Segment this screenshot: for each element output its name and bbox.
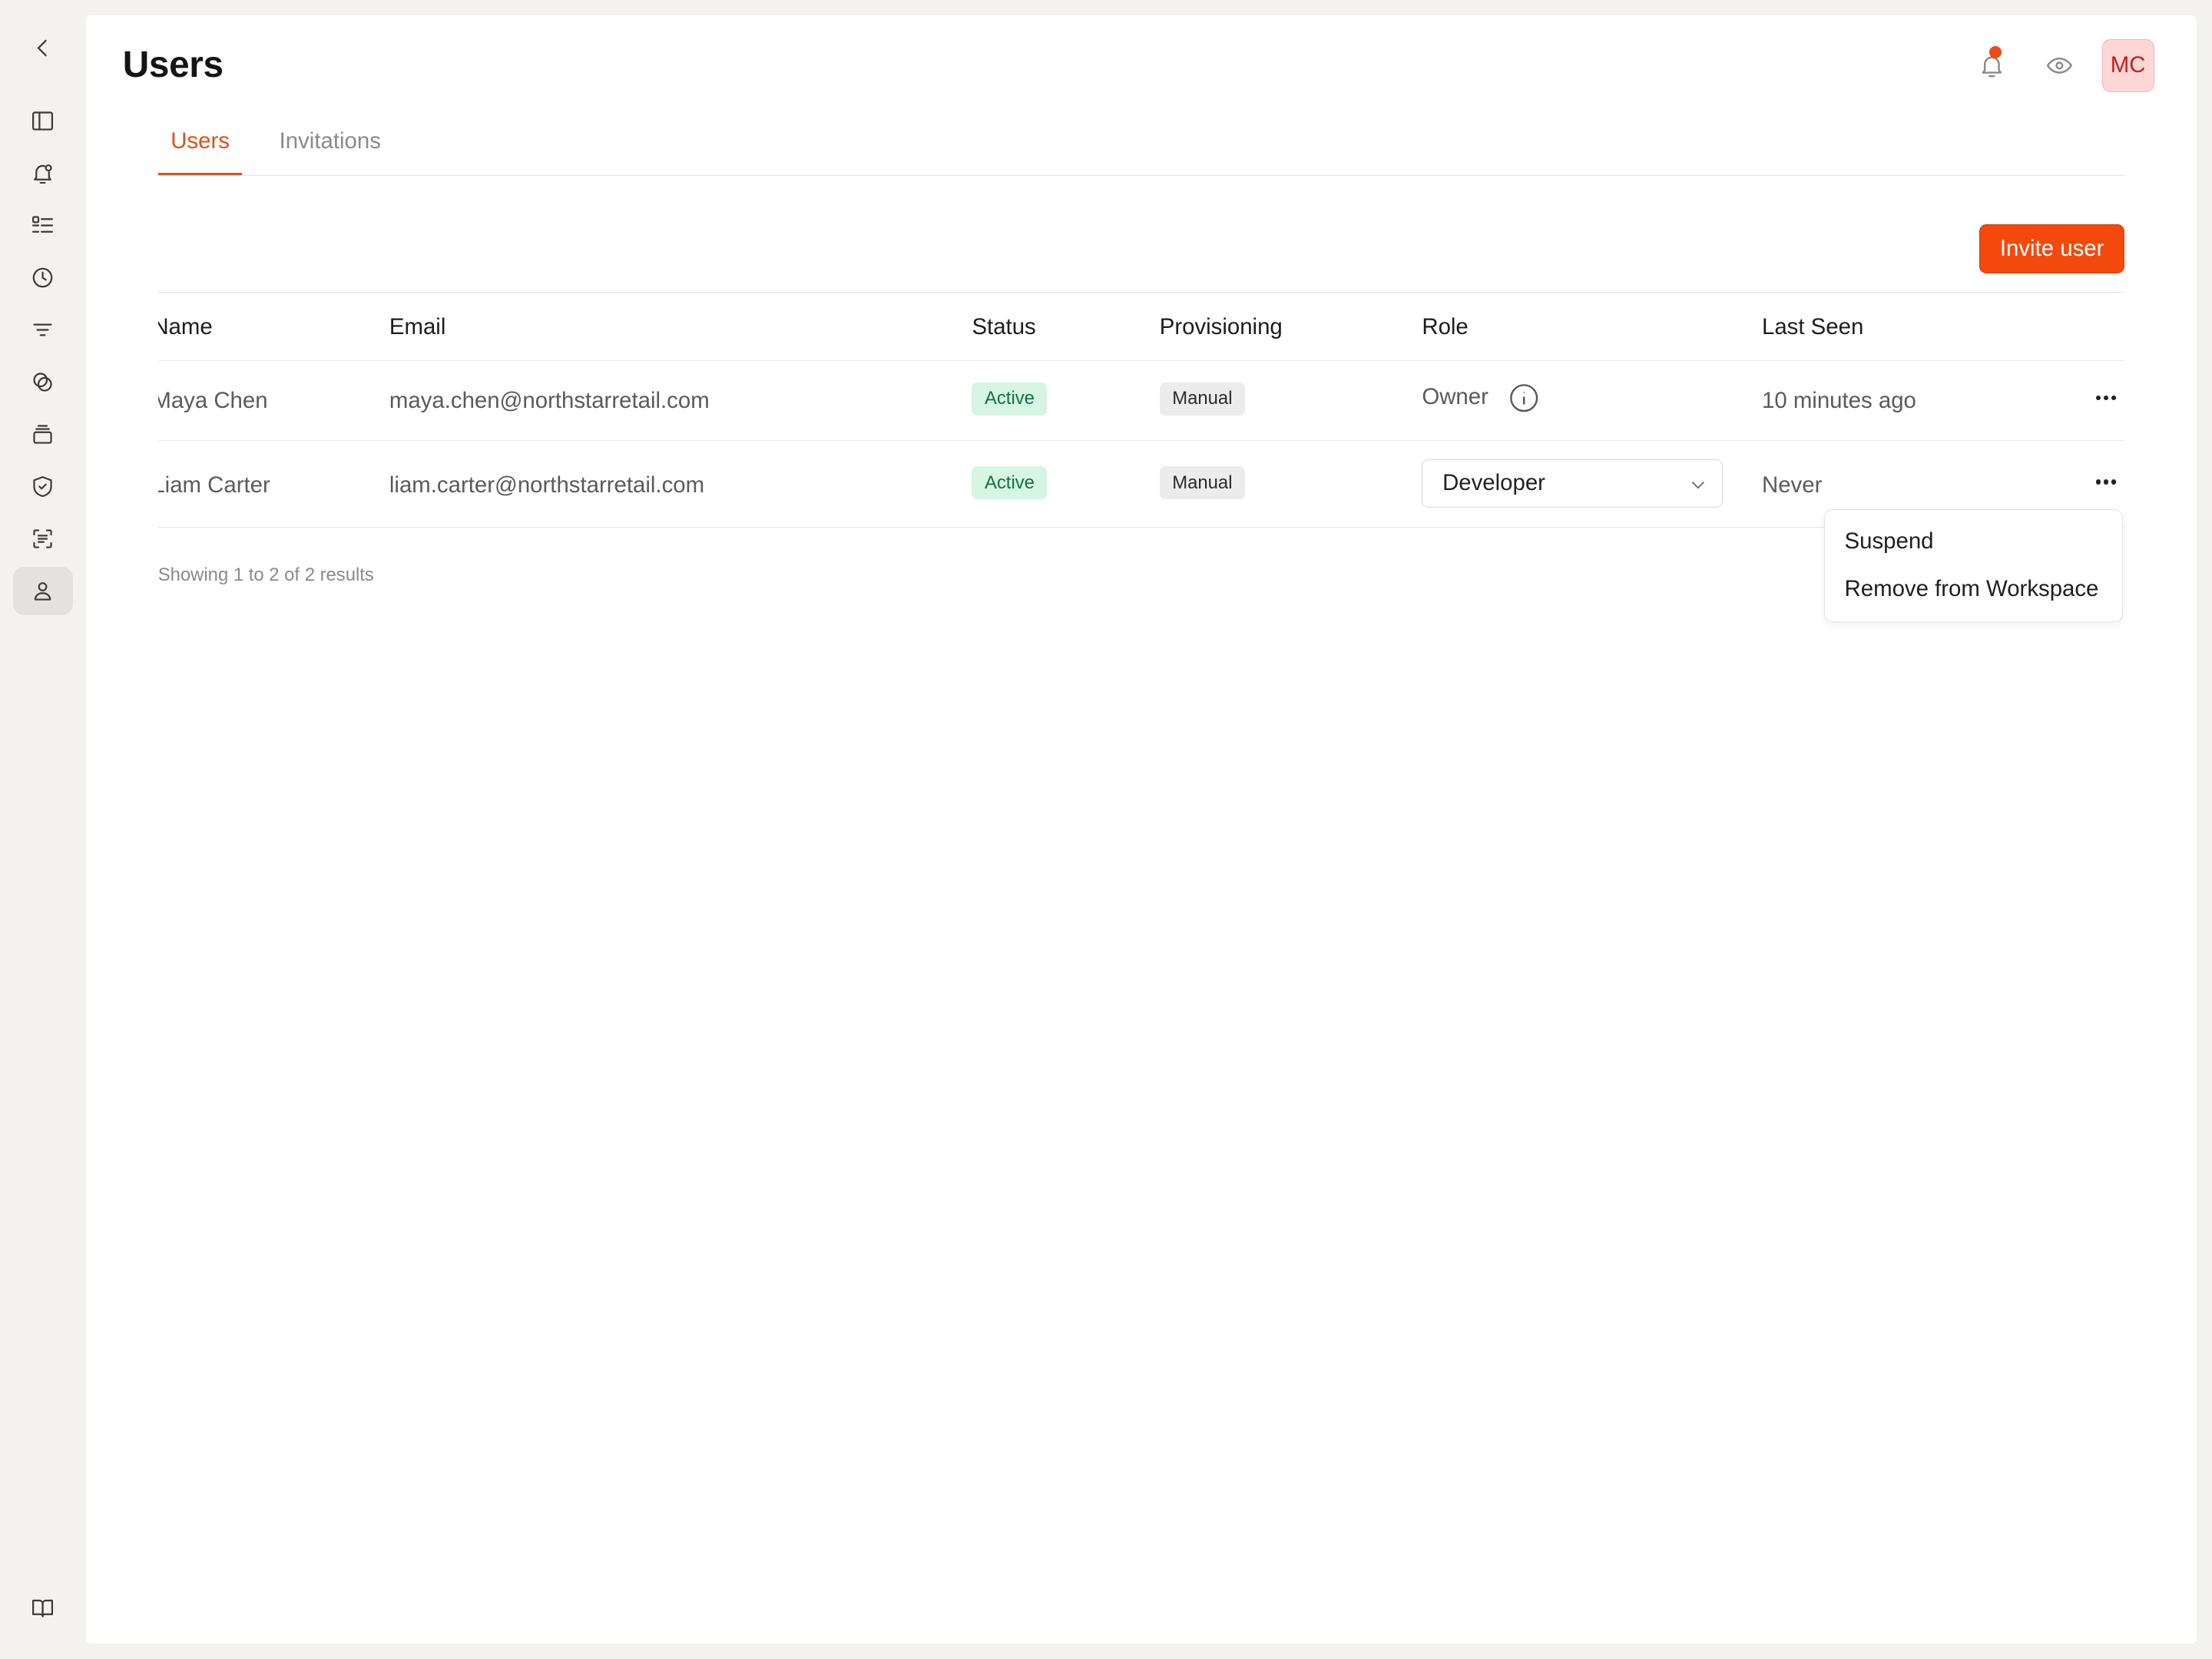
- eye-icon: [2046, 58, 2072, 74]
- sidebar-item-scan[interactable]: [13, 515, 74, 562]
- chevron-left-icon: [38, 39, 48, 57]
- notifications-button[interactable]: [1966, 40, 2017, 91]
- provisioning-badge: Manual: [1159, 466, 1246, 499]
- sidebar-item-history[interactable]: [13, 254, 74, 302]
- sidebar-item-alerts[interactable]: [13, 150, 74, 197]
- invite-user-button[interactable]: Invite user: [1979, 224, 2125, 274]
- role-select[interactable]: Developer: [1422, 459, 1723, 508]
- user-icon: [35, 582, 51, 601]
- row-actions-button[interactable]: [2088, 384, 2124, 412]
- sidebar-item-security[interactable]: [13, 462, 74, 510]
- header-actions: MC: [1966, 39, 2154, 92]
- scan-text-icon: [33, 529, 53, 548]
- sidebar-item-docs[interactable]: [13, 1584, 74, 1632]
- tab-bar: Users Invitations: [157, 117, 2125, 176]
- column-header-name[interactable]: Name: [158, 314, 213, 340]
- book-open-icon: [32, 1600, 54, 1618]
- users-table: Name Email Status Provisioning Role Last…: [157, 292, 2125, 528]
- clock-icon: [33, 267, 53, 288]
- status-badge: Active: [972, 466, 1048, 499]
- page-title: Users: [122, 44, 224, 85]
- tab-invitations[interactable]: Invitations: [267, 128, 393, 173]
- sidebar-item-filters[interactable]: [13, 306, 74, 354]
- panel-left-icon: [32, 111, 54, 131]
- table-row[interactable]: Maya Chen maya.chen@northstarretail.com …: [157, 361, 2125, 442]
- status-badge: Active: [972, 382, 1048, 416]
- sidebar-item-users[interactable]: [12, 567, 74, 615]
- tab-users[interactable]: Users: [157, 128, 243, 175]
- avatar[interactable]: MC: [2101, 39, 2154, 92]
- bell-alert-icon: [34, 164, 53, 184]
- stack-icon: [33, 425, 53, 444]
- last-seen: Never: [1762, 472, 1823, 498]
- checklist-icon: [32, 216, 54, 233]
- sidebar-item-integrations[interactable]: [13, 359, 74, 406]
- table-header-row: Name Email Status Provisioning Role Last…: [157, 292, 2125, 362]
- sidebar-item-archive[interactable]: [13, 410, 74, 458]
- back-button[interactable]: [13, 24, 74, 71]
- sidebar: [0, 0, 86, 1659]
- provisioning-badge: Manual: [1159, 382, 1246, 416]
- column-header-email[interactable]: Email: [389, 314, 445, 340]
- last-seen: 10 minutes ago: [1762, 388, 1916, 414]
- overlap-circles-icon: [33, 373, 53, 392]
- column-header-provisioning[interactable]: Provisioning: [1160, 314, 1283, 340]
- row-actions-menu: Suspend Remove from Workspace: [1823, 509, 2124, 623]
- shield-check-icon: [33, 476, 53, 498]
- main-panel: Users MC Users Invitations Invite user N…: [86, 15, 2197, 1644]
- sidebar-item-tasks[interactable]: [13, 202, 74, 250]
- role-label: Owner: [1422, 383, 1488, 409]
- user-name: Maya Chen: [157, 388, 268, 414]
- role-cell: Owner: [1422, 382, 1539, 413]
- sidebar-toggle-button[interactable]: [13, 98, 74, 145]
- results-summary: Showing 1 to 2 of 2 results: [157, 564, 374, 585]
- column-header-role[interactable]: Role: [1422, 314, 1468, 340]
- chevron-down-icon: [1688, 474, 1708, 494]
- column-header-last-seen[interactable]: Last Seen: [1762, 314, 1863, 340]
- role-select-value: Developer: [1442, 470, 1545, 496]
- filter-lines-icon: [33, 323, 53, 336]
- user-name: Liam Carter: [157, 472, 270, 498]
- info-icon[interactable]: [1508, 382, 1539, 413]
- row-actions-button[interactable]: [2088, 468, 2124, 496]
- column-header-status[interactable]: Status: [972, 314, 1035, 340]
- menu-item-remove-from-workspace[interactable]: Remove from Workspace: [1845, 576, 2099, 602]
- user-email: liam.carter@northstarretail.com: [389, 472, 705, 498]
- menu-item-suspend[interactable]: Suspend: [1845, 528, 1934, 555]
- user-email: maya.chen@northstarretail.com: [389, 388, 710, 414]
- preview-button[interactable]: [2034, 40, 2085, 91]
